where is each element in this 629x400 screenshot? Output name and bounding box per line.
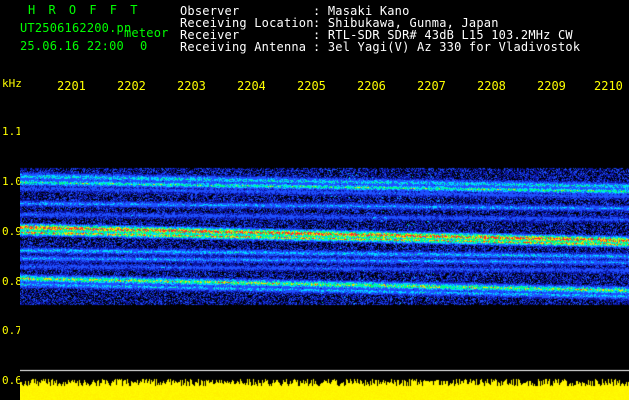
spectrogram-waterfall — [20, 96, 629, 400]
x-tick-10: 2210 — [594, 80, 623, 92]
x-tick-4: 2204 — [237, 80, 265, 92]
date-time: 25.06.16 22:00 — [20, 39, 124, 53]
y-tick-0-8: 0.8 — [2, 275, 22, 288]
x-tick-2: 2202 — [117, 80, 145, 92]
x-tick-9: 2209 — [537, 80, 565, 92]
header-panel: H R O F F T UT2506162200.pn meteor 25.06… — [0, 0, 629, 72]
file-name: UT2506162200.pn — [20, 21, 132, 35]
y-tick-0-6: 0.6 — [2, 374, 22, 387]
mode-label: meteor — [124, 26, 169, 40]
x-tick-1: 2201 — [57, 80, 85, 92]
x-tick-6: 2206 — [357, 80, 385, 92]
y-axis-unit: kHz — [2, 77, 22, 90]
y-tick-0-9: 0.9 — [2, 225, 22, 238]
y-tick-0-7: 0.7 — [2, 324, 22, 337]
x-tick-8: 2208 — [477, 80, 505, 92]
counter: 0 — [140, 39, 148, 53]
y-tick-1-0: 1.0 — [2, 175, 22, 188]
y-tick-1-1: 1.1 — [2, 125, 22, 138]
x-tick-5: 2205 — [297, 80, 325, 92]
app-title: H R O F F T — [28, 3, 141, 17]
x-tick-3: 2203 — [177, 80, 205, 92]
antenna-label: Receiving Antenna — [180, 40, 307, 54]
antenna-value: : 3el Yagi(V) Az 330 for Vladivostok — [313, 40, 581, 54]
x-tick-7: 2207 — [417, 80, 445, 92]
